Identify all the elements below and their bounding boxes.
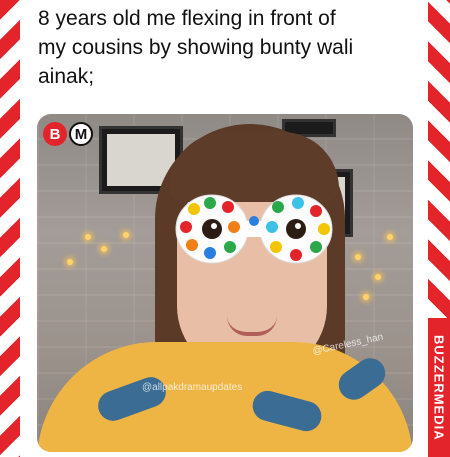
bm-logo: B M	[43, 122, 93, 146]
logo-b: B	[43, 122, 67, 146]
brand-watermark: BUZZERMEDIA	[431, 334, 447, 441]
bunty-glasses-icon	[175, 194, 333, 264]
meme-photo: B M @Careless_han @allpakdramaupdates	[37, 114, 413, 452]
meme-caption: 8 years old me flexing in front of my co…	[38, 4, 418, 91]
caption-line-2: my cousins by showing bunty wali	[38, 36, 354, 59]
logo-m: M	[69, 122, 93, 146]
left-striped-border	[0, 0, 20, 457]
page-watermark: @allpakdramaupdates	[142, 382, 243, 393]
caption-line-3: ainak;	[38, 65, 95, 88]
caption-line-1: 8 years old me flexing in front of	[38, 7, 336, 30]
